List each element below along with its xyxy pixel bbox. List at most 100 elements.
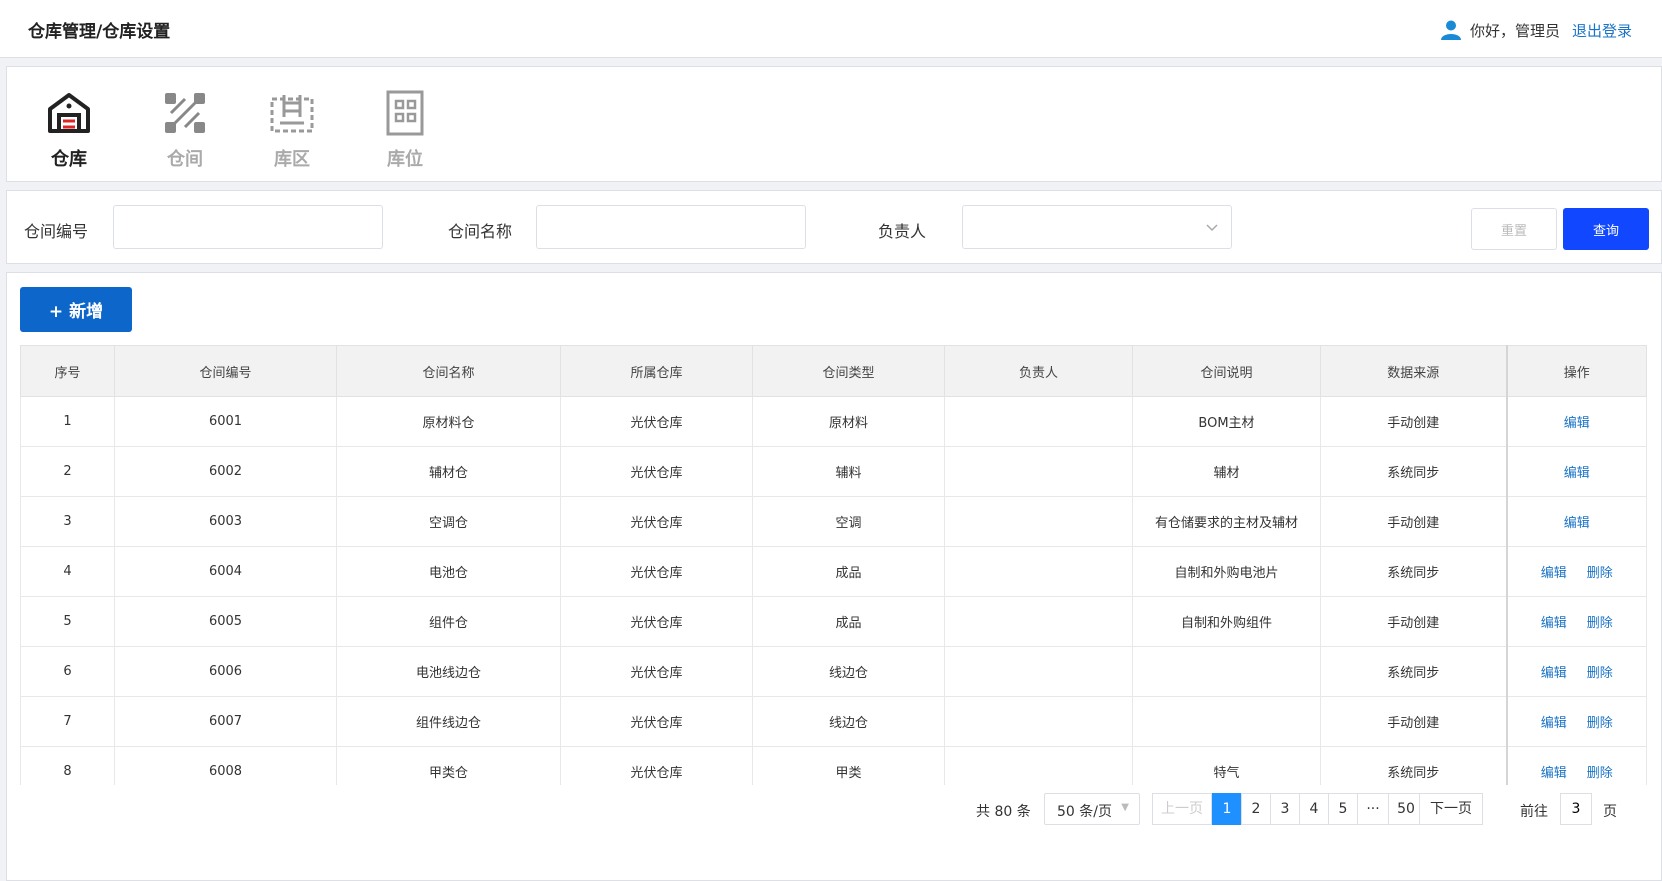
greeting-text: 你好，管理员 [1469, 21, 1560, 40]
edit-link[interactable]: 编辑 [1541, 766, 1567, 781]
cell-owner [944, 696, 1133, 747]
table-body: 1 6001 原材料仓 光伏仓库 原材料 BOM主材 手动创建 编辑 2 6002 辅材仓 光伏仓库辅… [20, 396, 1647, 785]
page-ellipsis[interactable]: ··· [1357, 793, 1389, 825]
cell-code: 6003 [114, 496, 337, 547]
cell-type: 线边仓 [752, 646, 945, 697]
partition-icon [165, 93, 205, 133]
table-viewport[interactable]: 序号 仓间编号 仓间名称 所属仓库 仓间类型 负责人 仓间说明 数据来源 操作 … [7, 273, 1662, 785]
edit-link[interactable]: 编辑 [1541, 616, 1567, 631]
table-row: 6 6006 电池线边仓 光伏仓库 线边仓 系统同步 编辑 删除 [20, 646, 1647, 697]
col-header: 仓间说明 [1132, 345, 1321, 397]
page-button[interactable]: 1 [1212, 793, 1242, 825]
next-page-button[interactable]: 下一页 [1419, 793, 1483, 825]
cell-actions: 编辑 删除 [1505, 546, 1647, 597]
cell-warehouse: 光伏仓库 [560, 396, 753, 447]
warehouse-icon [48, 93, 90, 133]
cell-warehouse: 光伏仓库 [560, 546, 753, 597]
cell-code: 6006 [114, 646, 337, 697]
page-button[interactable]: 3 [1270, 793, 1300, 825]
delete-link[interactable]: 删除 [1587, 766, 1613, 781]
cell-no: 6 [20, 646, 115, 697]
cell-source: 系统同步 [1320, 646, 1507, 697]
owner-select[interactable] [962, 205, 1232, 249]
name-label: 仓间名称 [448, 222, 513, 241]
logout-link[interactable]: 退出登录 [1572, 20, 1632, 41]
cell-source: 手动创建 [1320, 696, 1507, 747]
partition-table: 序号 仓间编号 仓间名称 所属仓库 仓间类型 负责人 仓间说明 数据来源 操作 … [20, 345, 1647, 785]
top-bar: 仓库管理/仓库设置 你好，管理员 退出登录 [0, 0, 1662, 58]
col-header: 序号 [20, 345, 115, 397]
page-button[interactable]: 2 [1241, 793, 1271, 825]
cell-source: 手动创建 [1320, 596, 1507, 647]
query-button[interactable]: 查询 [1563, 208, 1649, 250]
reset-button[interactable]: 重置 [1471, 208, 1557, 250]
edit-link[interactable]: 编辑 [1541, 666, 1567, 681]
cell-code: 6004 [114, 546, 337, 597]
cell-no: 3 [20, 496, 115, 547]
cell-code: 6007 [114, 696, 337, 747]
cell-warehouse: 光伏仓库 [560, 496, 753, 547]
user-area: 你好，管理员 退出登录 [1440, 19, 1632, 41]
tab-warehouse[interactable]: 仓库 [29, 89, 109, 171]
main-content: + 新增 序号 仓间编号 仓间名称 所属仓库 仓间类型 负责人 仓间说明 数据来… [6, 272, 1662, 881]
delete-link[interactable]: 删除 [1587, 616, 1613, 631]
page-button[interactable]: 4 [1299, 793, 1329, 825]
cell-actions: 编辑 删除 [1505, 646, 1647, 697]
page-button[interactable]: 5 [1328, 793, 1358, 825]
page-size-value: 50 条/页 [1057, 804, 1112, 820]
edit-link[interactable]: 编辑 [1564, 516, 1590, 531]
table-row: 1 6001 原材料仓 光伏仓库 原材料 BOM主材 手动创建 编辑 [20, 396, 1647, 447]
goto-page-input[interactable] [1560, 793, 1592, 825]
delete-link[interactable]: 删除 [1587, 666, 1613, 681]
edit-link[interactable]: 编辑 [1564, 416, 1590, 431]
tab-location[interactable]: 库位 [365, 89, 445, 171]
chevron-down-icon [1206, 224, 1218, 232]
cell-desc [1132, 646, 1321, 697]
table-header-row: 序号 仓间编号 仓间名称 所属仓库 仓间类型 负责人 仓间说明 数据来源 操作 [20, 345, 1647, 397]
cell-warehouse: 光伏仓库 [560, 746, 753, 785]
col-header: 负责人 [944, 345, 1133, 397]
cell-owner [944, 646, 1133, 697]
tab-partition-label: 仓间 [167, 149, 203, 170]
tab-location-label: 库位 [387, 149, 423, 170]
delete-link[interactable]: 删除 [1587, 716, 1613, 731]
cell-code: 6002 [114, 446, 337, 497]
cell-warehouse: 光伏仓库 [560, 596, 753, 647]
col-header: 操作 [1505, 345, 1647, 397]
cell-no: 8 [20, 746, 115, 785]
delete-link[interactable]: 删除 [1587, 566, 1613, 581]
cell-actions: 编辑 [1505, 446, 1647, 497]
cell-name: 甲类仓 [336, 746, 561, 785]
tab-partition[interactable]: 仓间 [145, 89, 225, 171]
code-input[interactable] [113, 205, 383, 249]
cell-code: 6001 [114, 396, 337, 447]
cell-type: 辅料 [752, 446, 945, 497]
cell-actions: 编辑 删除 [1505, 696, 1647, 747]
cell-desc: 辅材 [1132, 446, 1321, 497]
cell-owner [944, 446, 1133, 497]
col-header: 所属仓库 [560, 345, 753, 397]
edit-link[interactable]: 编辑 [1541, 566, 1567, 581]
cell-desc: 特气 [1132, 746, 1321, 785]
table-row: 3 6003 空调仓 光伏仓库 空调 有仓储要求的主材及辅材 手动创建 编辑 [20, 496, 1647, 547]
table-row: 2 6002 辅材仓 光伏仓库 辅料 辅材 系统同步 编辑 [20, 446, 1647, 497]
cell-name: 组件线边仓 [336, 696, 561, 747]
table-row: 5 6005 组件仓 光伏仓库 成品 自制和外购组件 手动创建 编辑 删除 [20, 596, 1647, 647]
cell-no: 2 [20, 446, 115, 497]
location-icon [386, 90, 424, 136]
prev-page-button[interactable]: 上一页 [1152, 793, 1212, 825]
edit-link[interactable]: 编辑 [1541, 716, 1567, 731]
tab-area[interactable]: 库区 [252, 89, 332, 171]
cell-desc: 有仓储要求的主材及辅材 [1132, 496, 1321, 547]
col-header: 仓间编号 [114, 345, 337, 397]
cell-no: 5 [20, 596, 115, 647]
edit-link[interactable]: 编辑 [1564, 466, 1590, 481]
page-size-select[interactable]: 50 条/页 ▼ [1044, 793, 1140, 825]
user-icon [1440, 20, 1461, 40]
cell-source: 系统同步 [1320, 746, 1507, 785]
cell-name: 空调仓 [336, 496, 561, 547]
goto-label: 前往 [1520, 804, 1548, 820]
cell-code: 6008 [114, 746, 337, 785]
name-input[interactable] [536, 205, 806, 249]
cell-name: 辅材仓 [336, 446, 561, 497]
